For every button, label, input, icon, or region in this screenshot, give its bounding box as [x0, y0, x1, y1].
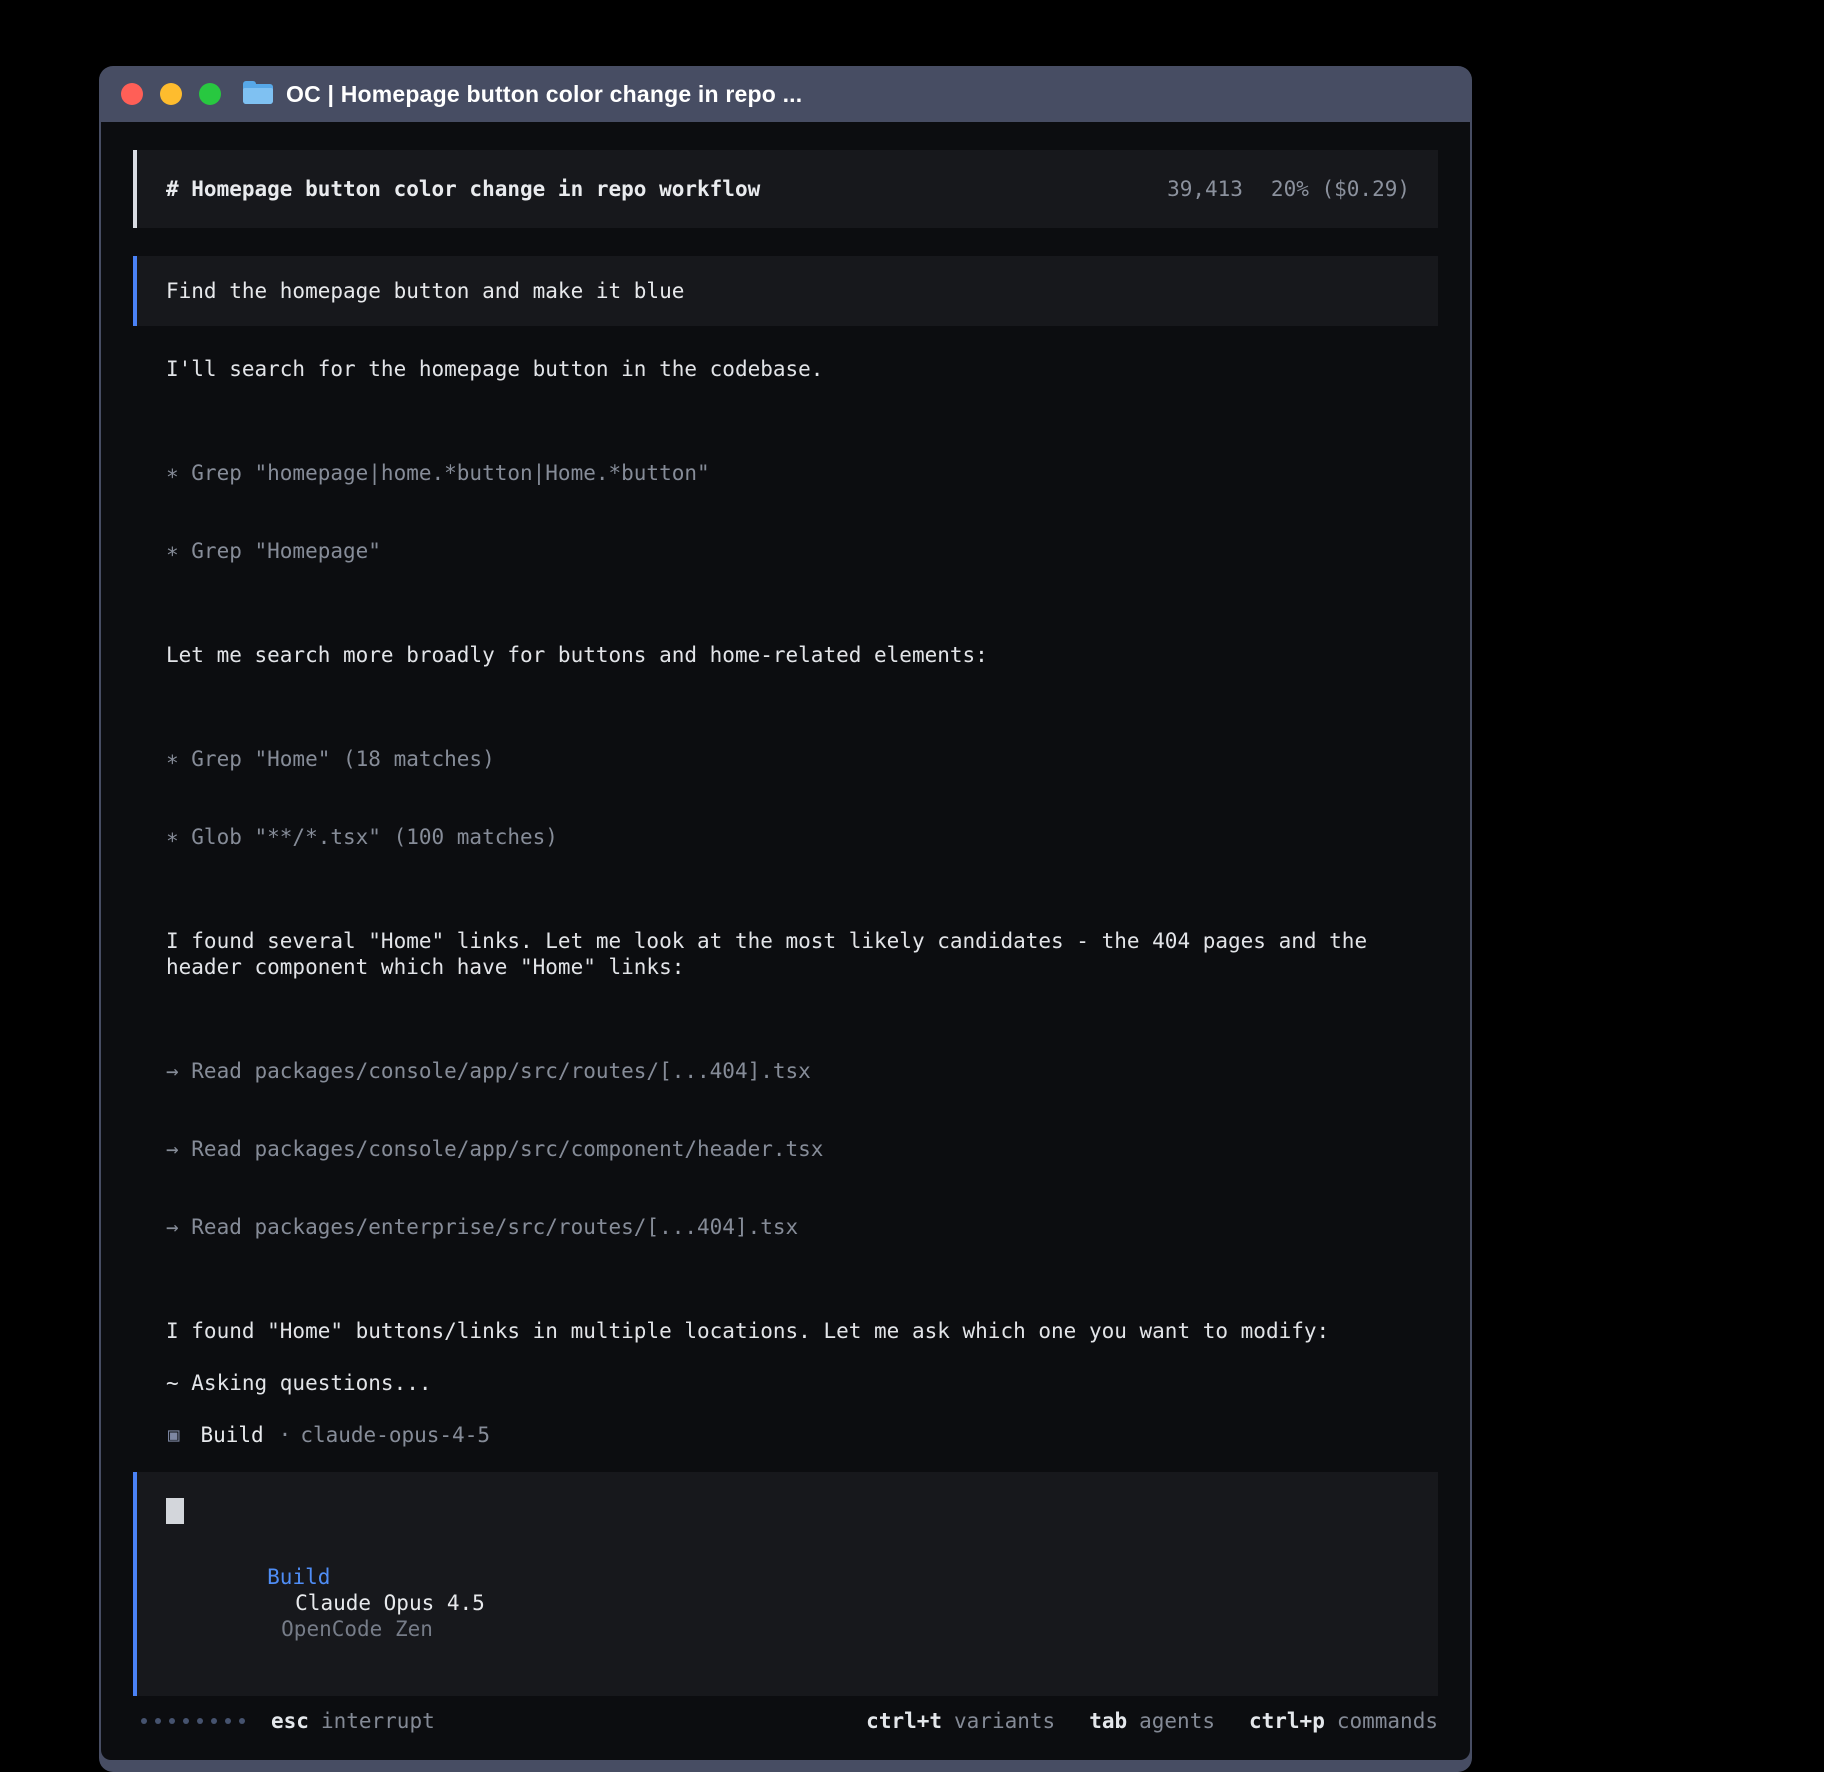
minimize-button[interactable]: [160, 83, 182, 105]
tool-call-read: → Read packages/console/app/src/routes/[…: [166, 1058, 1438, 1084]
close-button[interactable]: [121, 83, 143, 105]
tool-call-group: ∗ Grep "Home" (18 matches) ∗ Glob "**/*.…: [166, 694, 1438, 902]
tool-call-group: ∗ Grep "homepage|home.*button|Home.*butt…: [166, 408, 1438, 616]
window-title: OC | Homepage button color change in rep…: [286, 81, 802, 107]
badge-separator: ·: [279, 1422, 292, 1448]
tool-call-group: → Read packages/console/app/src/routes/[…: [166, 1006, 1438, 1292]
shortcut-label: interrupt: [321, 1708, 435, 1734]
input-status-line: Build Claude Opus 4.5 OpenCode Zen: [166, 1538, 1410, 1668]
shortcut-variants: ctrl+t variants: [866, 1708, 1055, 1734]
shortcut-key: esc: [271, 1708, 309, 1734]
agent-model: claude-opus-4-5: [300, 1422, 490, 1448]
shortcut-key: ctrl+t: [866, 1708, 942, 1734]
zoom-button[interactable]: [199, 83, 221, 105]
assistant-text: I found several "Home" links. Let me loo…: [166, 928, 1438, 980]
session-stats: 39,413 20% ($0.29): [1167, 176, 1410, 202]
agent-name: Build: [200, 1422, 263, 1448]
shortcut-commands: ctrl+p commands: [1249, 1708, 1438, 1734]
tool-call-read: → Read packages/enterprise/src/routes/[.…: [166, 1214, 1438, 1240]
shortcut-label: commands: [1337, 1708, 1438, 1734]
shortcut-label: variants: [954, 1708, 1055, 1734]
session-title: # Homepage button color change in repo w…: [166, 176, 760, 202]
tool-call-grep: ∗ Grep "homepage|home.*button|Home.*butt…: [166, 460, 1438, 486]
provider-label: OpenCode Zen: [281, 1617, 433, 1641]
terminal-content: # Homepage button color change in repo w…: [101, 122, 1470, 1760]
shortcut-key: tab: [1089, 1708, 1127, 1734]
active-agent-label[interactable]: Build: [267, 1565, 330, 1589]
window-titlebar: OC | Homepage button color change in rep…: [101, 66, 1470, 122]
assistant-text: I'll search for the homepage button in t…: [166, 356, 1438, 382]
status-bar-left: esc interrupt: [133, 1708, 435, 1734]
assistant-text: I found "Home" buttons/links in multiple…: [166, 1318, 1438, 1344]
shortcut-key: ctrl+p: [1249, 1708, 1325, 1734]
traffic-lights: [121, 83, 221, 105]
terminal-window: OC | Homepage button color change in rep…: [99, 66, 1472, 1772]
assistant-status-text: ~ Asking questions...: [166, 1370, 1438, 1396]
agent-icon: ▣: [168, 1422, 179, 1448]
shortcut-interrupt: esc interrupt: [271, 1708, 435, 1734]
status-bar-right: ctrl+t variants tab agents ctrl+p comman…: [866, 1708, 1438, 1734]
status-bar: esc interrupt ctrl+t variants tab agents…: [133, 1708, 1438, 1734]
active-model-label: Claude Opus 4.5: [295, 1591, 485, 1615]
text-cursor: [166, 1498, 184, 1524]
conversation: I'll search for the homepage button in t…: [133, 326, 1438, 1448]
window-title-group: OC | Homepage button color change in rep…: [243, 81, 802, 107]
shortcut-agents: tab agents: [1089, 1708, 1215, 1734]
shortcut-label: agents: [1139, 1708, 1215, 1734]
tool-call-read: → Read packages/console/app/src/componen…: [166, 1136, 1438, 1162]
assistant-text: Let me search more broadly for buttons a…: [166, 642, 1438, 668]
user-message: Find the homepage button and make it blu…: [133, 256, 1438, 326]
spinner-dots-icon: [141, 1718, 245, 1724]
prompt-input[interactable]: Build Claude Opus 4.5 OpenCode Zen: [133, 1472, 1438, 1696]
session-header: # Homepage button color change in repo w…: [133, 150, 1438, 228]
tool-call-grep: ∗ Grep "Home" (18 matches): [166, 746, 1438, 772]
tool-call-glob: ∗ Glob "**/*.tsx" (100 matches): [166, 824, 1438, 850]
tool-call-grep: ∗ Grep "Homepage": [166, 538, 1438, 564]
token-count: 39,413: [1167, 176, 1243, 202]
agent-badge: ▣ Build · claude-opus-4-5: [168, 1422, 1438, 1448]
folder-icon: [243, 82, 273, 106]
context-usage: 20% ($0.29): [1271, 176, 1410, 202]
